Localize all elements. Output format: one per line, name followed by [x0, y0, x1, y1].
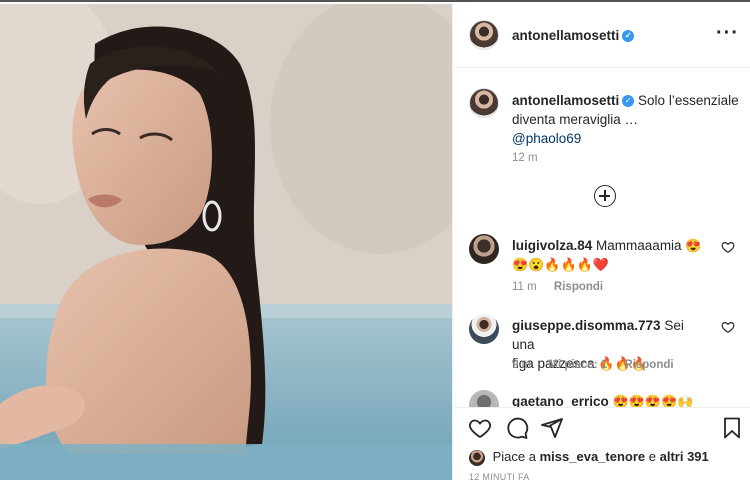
commenter-avatar[interactable] [469, 234, 499, 264]
comment-emoji-line: 😍😮🔥🔥🔥❤️ [512, 257, 610, 272]
liker-username[interactable]: miss_eva_tenore [540, 449, 646, 464]
post-photo[interactable] [0, 4, 452, 480]
heart-icon[interactable] [468, 416, 492, 440]
comment-emoji: 😍 [685, 238, 702, 253]
author-username[interactable]: antonellamosetti ✓ [512, 28, 635, 43]
liker-avatar[interactable] [469, 449, 485, 466]
post-photo-illustration [0, 4, 452, 480]
post-side-panel: antonellamosetti ✓ ··· antonellamosetti ✓ … [452, 4, 750, 480]
post-caption: antonellamosetti ✓ Solo l’essenziale dive… [512, 91, 740, 148]
likes-others-link[interactable]: altri 391 [660, 449, 709, 464]
commenter-username[interactable]: giuseppe.disomma.773 [512, 318, 661, 333]
post-actions-bar [453, 408, 750, 448]
comment-emoji-line: 😍😍😍😍🙌 [612, 394, 694, 407]
reply-button[interactable]: Rispondi [554, 281, 603, 293]
comment-meta: 9 m Mi piace: 1 Rispondi [512, 359, 674, 371]
commenter-username[interactable]: luigivolza.84 [512, 238, 592, 253]
plus-circle-icon[interactable] [594, 185, 616, 207]
share-icon[interactable] [540, 416, 564, 440]
comment-icon[interactable] [505, 416, 529, 440]
comment-like-heart-icon[interactable] [721, 320, 735, 334]
post-header: antonellamosetti ✓ ··· [453, 4, 750, 68]
likes-middle: e [648, 449, 656, 464]
instagram-post-window: antonellamosetti ✓ ··· antonellamosetti ✓ … [0, 0, 750, 480]
commenter-avatar[interactable] [469, 390, 499, 407]
post-timestamp: 12 MINUTI FA [469, 472, 530, 480]
caption-text-line1: Solo l’essenziale [638, 93, 739, 108]
caption-author-avatar[interactable] [469, 88, 499, 118]
commenter-avatar[interactable] [469, 314, 499, 344]
comment-time: 11 m [512, 281, 537, 293]
commenter-username[interactable]: gaetano_errico [512, 394, 609, 407]
caption-timestamp: 12 m [512, 152, 538, 164]
verified-icon: ✓ [622, 30, 635, 43]
caption-username[interactable]: antonellamosetti [512, 93, 619, 108]
comment-likes-count[interactable]: Mi piace: 1 [548, 359, 607, 371]
comment-body: Mammaaamia [596, 238, 682, 253]
author-avatar[interactable] [469, 20, 499, 50]
bookmark-icon[interactable] [720, 416, 744, 440]
author-username-text[interactable]: antonellamosetti [512, 28, 619, 43]
likes-summary: Piace a miss_eva_tenore e altri 391 [469, 449, 709, 466]
comment-text: gaetano_errico 😍😍😍😍🙌 [512, 392, 742, 407]
caption-mention-link[interactable]: @phaolo69 [512, 131, 581, 146]
comment-text: luigivolza.84 Mammaaamia 😍 😍😮🔥🔥🔥❤️ [512, 236, 710, 274]
more-icon[interactable]: ··· [716, 22, 739, 45]
likes-prefix: Piace a [492, 449, 536, 464]
reply-button[interactable]: Rispondi [624, 359, 673, 371]
comment-item: gaetano_errico 😍😍😍😍🙌 [469, 390, 750, 407]
verified-icon: ✓ [622, 95, 635, 108]
caption-text-line2: diventa meraviglia … [512, 112, 639, 127]
comment-time: 9 m [512, 359, 532, 371]
comment-meta: 11 m Rispondi [512, 281, 603, 293]
comment-like-heart-icon[interactable] [721, 240, 735, 254]
